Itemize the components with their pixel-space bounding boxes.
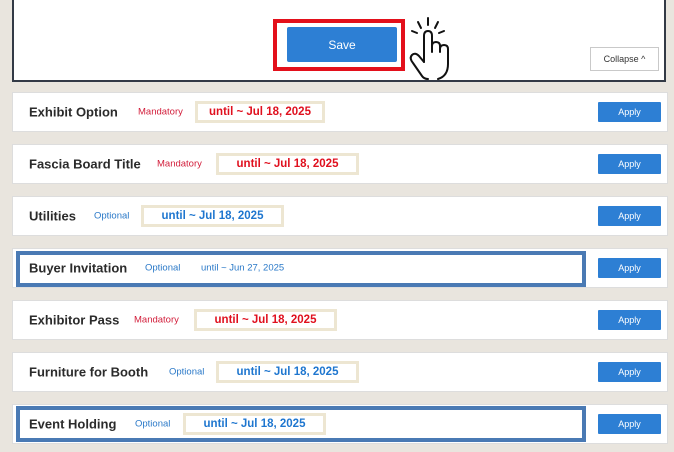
apply-button[interactable]: Apply [598,102,661,122]
deadline-date: until ~ Jul 18, 2025 [141,205,284,227]
collapse-button[interactable]: Collapse ^ [590,47,659,71]
deadline-date: until ~ Jul 18, 2025 [195,101,325,123]
apply-button[interactable]: Apply [598,258,661,278]
option-row-fascia-board-title: Fascia Board Title Mandatory until ~ Jul… [12,144,668,184]
row-title: Utilities [29,208,76,224]
save-button[interactable]: Save [287,27,397,62]
status-badge: Optional [169,366,205,378]
deadline-date: until ~ Jul 18, 2025 [194,309,337,331]
deadline-date: until ~ Jul 18, 2025 [216,361,359,383]
apply-button[interactable]: Apply [598,206,661,226]
apply-button[interactable]: Apply [598,310,661,330]
row-title: Furniture for Booth [29,364,149,380]
row-title: Exhibit Option [29,104,118,120]
option-row-exhibitor-pass: Exhibitor Pass Mandatory until ~ Jul 18,… [12,300,668,340]
apply-button[interactable]: Apply [598,362,661,382]
buyer-invitation-highlight [16,251,586,287]
status-badge: Mandatory [138,106,183,118]
event-holding-highlight [16,406,586,442]
status-badge: Optional [94,210,130,222]
deadline-date: until ~ Jul 18, 2025 [216,153,359,175]
row-title: Exhibitor Pass [29,312,120,328]
option-row-exhibit-option: Exhibit Option Mandatory until ~ Jul 18,… [12,92,668,132]
hand-pointer-icon [409,17,449,80]
status-badge: Mandatory [134,314,179,326]
apply-button[interactable]: Apply [598,154,661,174]
option-row-furniture-for-booth: Furniture for Booth Optional until ~ Jul… [12,352,668,392]
status-badge: Mandatory [157,158,202,170]
option-row-utilities: Utilities Optional until ~ Jul 18, 2025 … [12,196,668,236]
row-title: Fascia Board Title [29,156,141,172]
apply-button[interactable]: Apply [598,414,661,434]
